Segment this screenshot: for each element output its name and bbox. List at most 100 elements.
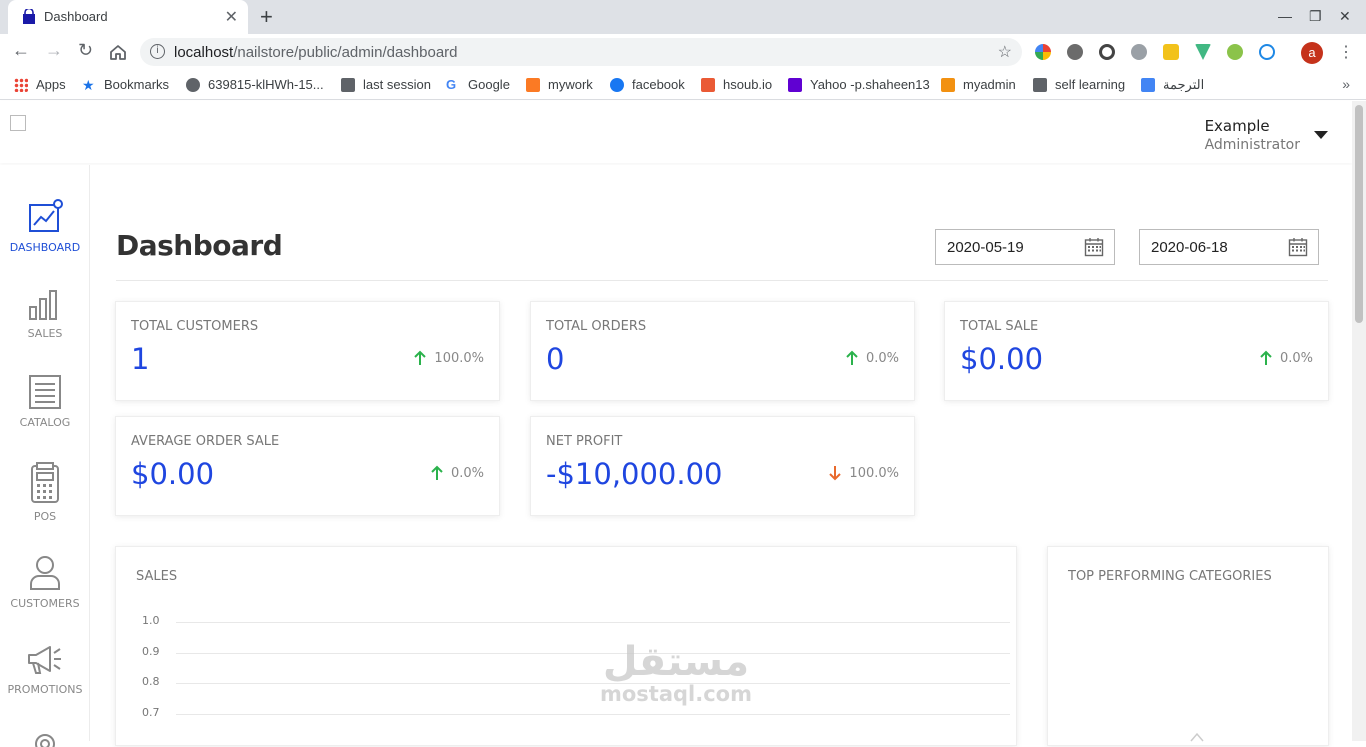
color-picker-extension-icon[interactable] xyxy=(1035,44,1051,60)
sidebar: DASHBOARD SALES CATALOG POS CUSTOMERS PR… xyxy=(0,165,90,747)
forward-icon[interactable]: → xyxy=(45,40,63,61)
calendar-icon[interactable] xyxy=(1084,237,1104,257)
mostaql-watermark: مستقل mostaql.com xyxy=(600,640,752,706)
sales-chart-panel: SALES 1.0 0.9 0.8 0.7 xyxy=(115,546,1017,746)
scrollbar-thumb[interactable] xyxy=(1355,105,1363,323)
vue-devtools-extension-icon[interactable] xyxy=(1195,44,1211,60)
new-tab-icon[interactable]: + xyxy=(260,4,273,30)
close-window-icon[interactable]: ✕ xyxy=(1339,8,1351,25)
date-from-input[interactable]: 2020-05-19 xyxy=(935,229,1115,265)
arrow-up-icon xyxy=(431,465,443,480)
hsoub-icon xyxy=(701,77,715,92)
yahoo-icon xyxy=(788,77,802,92)
y-tick-label: 1.0 xyxy=(142,614,160,627)
sidebar-item-label: POS xyxy=(33,510,57,523)
bookmark-folder-self-learning[interactable]: self learning xyxy=(1033,77,1125,92)
folder-icon xyxy=(341,77,355,92)
globe-extension-icon[interactable] xyxy=(1131,44,1147,60)
bookmark-mywork[interactable]: mywork xyxy=(526,77,593,92)
chart-line-icon xyxy=(29,199,63,232)
page-scrollbar[interactable] xyxy=(1352,101,1366,741)
phpmyadmin-icon xyxy=(941,77,955,92)
restore-window-icon[interactable]: ❐ xyxy=(1309,8,1322,25)
plus-extension-icon[interactable] xyxy=(1227,44,1243,60)
more-bookmarks-icon[interactable]: » xyxy=(1342,76,1350,92)
stat-card-total-sale: TOTAL SALE $0.00 0.0% xyxy=(944,301,1329,401)
sidebar-item-label: PROMOTIONS xyxy=(7,683,83,696)
stat-trend: 0.0% xyxy=(1260,350,1313,366)
site-info-icon[interactable]: i xyxy=(150,44,165,59)
address-bar[interactable]: i localhost/nailstore/public/admin/dashb… xyxy=(140,38,1022,66)
grid-line xyxy=(176,622,1010,623)
home-icon[interactable] xyxy=(109,44,127,61)
bookmark-myadmin[interactable]: myadmin xyxy=(941,77,1016,92)
stat-value: 0 xyxy=(546,342,565,376)
stat-card-total-customers: TOTAL CUSTOMERS 1 100.0% xyxy=(115,301,500,401)
stat-label: TOTAL SALE xyxy=(960,319,1039,334)
sidebar-item-pos[interactable]: POS xyxy=(0,462,90,523)
infinity-extension-icon[interactable] xyxy=(1259,44,1275,60)
stat-trend-value: 100.0% xyxy=(849,465,899,481)
stat-value: -$10,000.00 xyxy=(546,457,723,491)
grid-line xyxy=(176,653,1010,654)
close-tab-icon[interactable]: ✕ xyxy=(225,7,238,27)
sidebar-item-catalog[interactable]: CATALOG xyxy=(0,374,90,429)
sidebar-item-settings[interactable] xyxy=(0,727,90,747)
calculator-icon xyxy=(31,462,59,503)
sidebar-item-customers[interactable]: CUSTOMERS xyxy=(0,555,90,610)
browser-menu-icon[interactable]: ⋮ xyxy=(1338,42,1354,62)
date-to-value: 2020-06-18 xyxy=(1151,239,1228,256)
sidebar-item-label: CUSTOMERS xyxy=(10,597,80,610)
user-icon xyxy=(30,556,60,590)
bookmark-star-icon[interactable]: ☆ xyxy=(998,42,1012,62)
bookmark-item[interactable]: 639815-klHWh-15... xyxy=(186,77,324,92)
calendar-icon[interactable] xyxy=(1288,237,1308,257)
google-icon: G xyxy=(446,76,457,92)
bookmark-facebook[interactable]: facebook xyxy=(610,77,685,92)
profile-avatar[interactable]: a xyxy=(1301,42,1323,64)
bookmark-apps[interactable]: Apps xyxy=(14,77,66,92)
top-categories-panel: TOP PERFORMING CATEGORIES xyxy=(1047,546,1329,746)
reload-icon[interactable]: ↻ xyxy=(78,40,93,61)
stat-card-average-order-sale: AVERAGE ORDER SALE $0.00 0.0% xyxy=(115,416,500,516)
stat-trend-value: 100.0% xyxy=(434,350,484,366)
arrow-down-icon xyxy=(829,466,842,481)
user-role: Administrator xyxy=(1204,137,1300,153)
user-menu[interactable]: Example Administrator xyxy=(1205,117,1300,153)
sidebar-item-promotions[interactable]: PROMOTIONS xyxy=(0,643,90,696)
arrow-up-icon xyxy=(1260,350,1272,365)
back-icon[interactable]: ← xyxy=(12,40,30,61)
settings-extension-icon[interactable] xyxy=(1067,44,1083,60)
megaphone-icon xyxy=(28,646,61,674)
url-host: localhost xyxy=(174,44,234,61)
bookmark-google[interactable]: G Google xyxy=(446,77,510,92)
grid-line xyxy=(176,683,1010,684)
list-document-icon xyxy=(29,375,61,409)
apps-grid-icon xyxy=(14,77,28,92)
browser-tab[interactable]: Dashboard ✕ xyxy=(8,0,248,34)
user-name: Example xyxy=(1204,117,1270,135)
y-tick-label: 0.8 xyxy=(142,675,160,688)
bookmark-folder-last-session[interactable]: last session xyxy=(341,77,431,92)
bookmark-yahoo[interactable]: Yahoo -p.shaheen13 xyxy=(788,77,930,92)
sidebar-item-label: CATALOG xyxy=(19,416,71,429)
sidebar-item-sales[interactable]: SALES xyxy=(0,289,90,340)
app-header: Example Administrator xyxy=(0,101,1352,163)
sync-extension-icon[interactable] xyxy=(1099,44,1115,60)
stat-card-net-profit: NET PROFIT -$10,000.00 100.0% xyxy=(530,416,915,516)
mywork-icon xyxy=(526,77,540,92)
facebook-icon xyxy=(610,77,624,92)
date-to-input[interactable]: 2020-06-18 xyxy=(1139,229,1319,265)
sidebar-item-dashboard[interactable]: DASHBOARD xyxy=(0,199,90,254)
stat-label: AVERAGE ORDER SALE xyxy=(131,434,280,449)
sidebar-item-label: SALES xyxy=(27,327,63,340)
bookmark-hsoub[interactable]: hsoub.io xyxy=(701,77,772,92)
bookmark-bookmarks[interactable]: ★ Bookmarks xyxy=(82,77,169,92)
stat-trend: 100.0% xyxy=(829,465,899,481)
caret-down-icon[interactable] xyxy=(1314,131,1328,139)
y-tick-label: 0.9 xyxy=(142,645,160,658)
minimize-window-icon[interactable]: — xyxy=(1278,8,1292,24)
bookmark-translate[interactable]: الترجمة xyxy=(1141,77,1204,93)
sidebar-item-label: DASHBOARD xyxy=(9,241,81,254)
pencil-extension-icon[interactable] xyxy=(1163,44,1179,60)
